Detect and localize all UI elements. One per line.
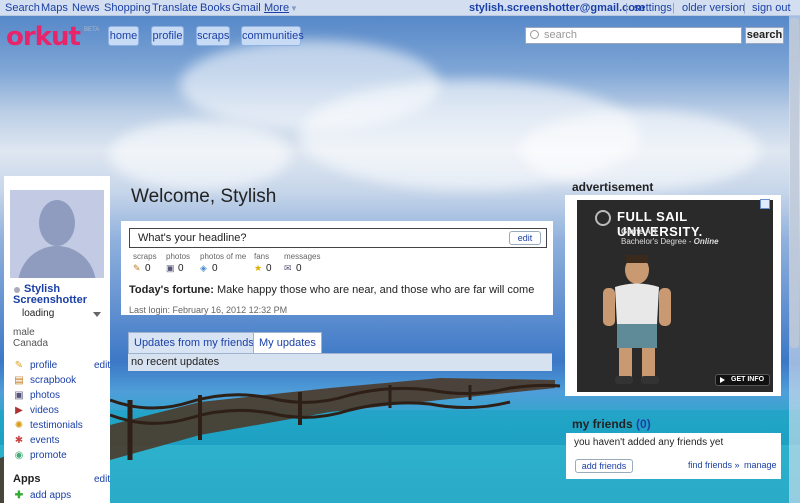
gbar-books[interactable]: Books [200,2,231,14]
page-scrollbar[interactable] [789,16,800,503]
settings-link[interactable]: settings [634,2,672,14]
pencil-icon: ✎ [14,360,24,371]
sidebar-item-profile[interactable]: ✎ profile [13,360,57,372]
gbar-shopping[interactable]: Shopping [104,2,151,14]
status-select[interactable]: loading [13,308,103,322]
gbar-news[interactable]: News [72,2,100,14]
separator: | [743,2,746,14]
separator: | [672,2,675,14]
friends-box: you haven't added any friends yet add fr… [566,433,781,479]
avatar[interactable] [10,190,104,278]
stat-messages[interactable]: messages ✉ 0 [284,252,320,274]
gbar-more[interactable]: More [264,2,289,14]
sidebar-item-scrapbook[interactable]: ▤ scrapbook [13,375,76,387]
no-updates-message: no recent updates [128,353,552,371]
country: Canada [13,338,49,349]
gbar-translate[interactable]: Translate [152,2,197,14]
sidebar-item-photos[interactable]: ▣ photos [13,390,60,402]
stat-photos-of-me[interactable]: photos of me ◈ 0 [200,252,246,274]
play-icon [720,377,725,383]
envelope-icon: ✉ [284,263,292,273]
get-info-button[interactable]: GET INFO [715,374,771,386]
nav-home[interactable]: home [108,26,139,46]
headline-text: What's your headline? [138,232,247,244]
add-apps-link[interactable]: ✚ add apps [13,490,71,502]
stat-fans[interactable]: fans ★ 0 [254,252,272,274]
cloud [110,120,290,190]
apps-heading: Apps [13,473,41,485]
full-sail-logo [595,210,611,226]
search-button[interactable]: search [745,27,784,44]
cloud [520,110,760,190]
manage-friends-link[interactable]: manage [744,460,777,470]
chevron-down-icon [93,312,101,317]
add-friends-button[interactable]: add friends [575,459,633,473]
adchoices-icon[interactable] [760,199,770,209]
plus-icon: ✚ [14,490,24,501]
friends-count[interactable]: (0) [636,417,651,431]
page-title: Welcome, Stylish [131,186,277,207]
tab-updates-from-friends[interactable]: Updates from my friends [128,332,260,353]
search-input[interactable]: search [525,27,742,44]
profile-name[interactable]: Stylish Screenshotter [13,284,93,306]
my-friends-heading: my friends (0) [572,417,651,431]
nav-profile[interactable]: profile [151,26,184,46]
ad-character-illustration [603,255,671,384]
advertisement-heading: advertisement [572,180,654,194]
scrollbar-thumb[interactable] [790,18,799,348]
find-friends-link[interactable]: find friends » [688,460,740,470]
headline-field[interactable]: What's your headline? edit [129,228,547,248]
video-icon: ▶ [15,405,23,416]
tab-my-updates[interactable]: My updates [253,332,322,353]
photos-icon: ▣ [166,263,175,273]
search-placeholder: search [544,29,578,41]
sign-out-link[interactable]: sign out [752,2,791,14]
headline-edit-button[interactable]: edit [509,231,541,245]
profile-summary-box: What's your headline? edit scraps ✎ 0 ph… [121,221,553,315]
sidebar-item-testimonials[interactable]: ✺ testimonials [13,420,83,432]
sidebar-item-events[interactable]: ✱ events [13,435,60,447]
photo-icon: ▣ [14,390,24,401]
stat-scraps[interactable]: scraps ✎ 0 [133,252,157,274]
chevron-down-icon: ▼ [290,4,298,13]
stat-photos[interactable]: photos ▣ 0 [166,252,190,274]
google-bar: Search Maps News Shopping Translate Book… [0,0,800,16]
gbar-maps[interactable]: Maps [41,2,68,14]
tag-icon: ◈ [200,263,207,273]
gbar-gmail[interactable]: Gmail [232,2,261,14]
testimonial-icon: ✺ [14,420,24,431]
user-email[interactable]: stylish.screenshotter@gmail.com [469,2,645,14]
updates-panel: Updates from my friends My updates no re… [128,332,552,372]
promote-icon: ◉ [14,450,24,461]
apps-edit-link[interactable]: edit [94,474,110,485]
older-version-link[interactable]: older version [682,2,745,14]
star-icon: ★ [254,263,263,273]
gbar-search[interactable]: Search [5,2,40,14]
profile-edit-link[interactable]: edit [94,360,110,371]
status-value: loading [22,308,55,319]
orkut-logo[interactable]: orkut [6,22,81,52]
events-icon: ✱ [14,435,24,446]
separator: | [625,2,628,14]
nav-scraps[interactable]: scraps [196,26,230,46]
scrapbook-icon: ▤ [14,375,24,386]
no-friends-message: you haven't added any friends yet [574,437,724,448]
last-login: Last login: February 16, 2012 12:32 PM [129,305,288,315]
ad-program: Game Art [621,227,657,236]
ad-banner[interactable]: FULL SAIL UNIVERSITY. Game Art Bachelor'… [577,200,773,392]
beta-label: BETA [84,27,100,33]
todays-fortune: Today's fortune: Make happy those who ar… [129,284,535,296]
scrap-icon: ✎ [133,263,141,273]
sidebar-item-videos[interactable]: ▶ videos [13,405,59,417]
search-icon [530,30,539,39]
gender: male [13,327,35,338]
ad-degree: Bachelor's Degree - Online [621,237,719,246]
advertisement-box: FULL SAIL UNIVERSITY. Game Art Bachelor'… [565,195,781,396]
nav-communities[interactable]: communities [241,26,304,46]
sidebar-item-promote[interactable]: ◉ promote [13,450,67,462]
profile-sidebar: Stylish Screenshotter loading male Canad… [4,176,110,503]
